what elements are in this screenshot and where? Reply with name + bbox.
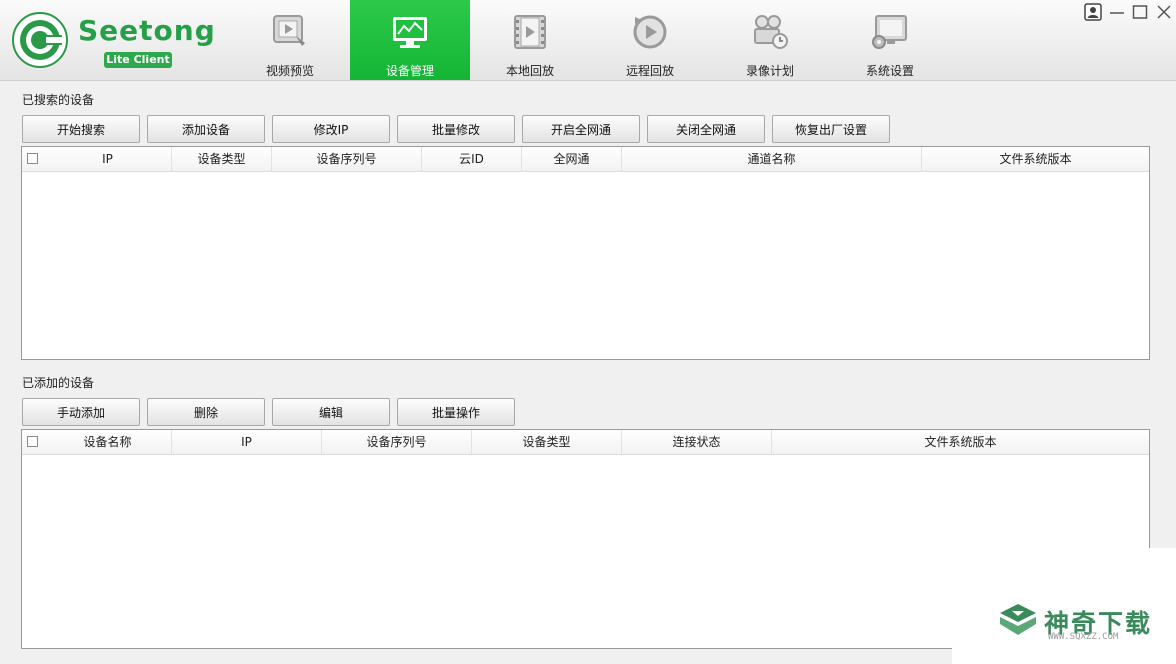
column-header[interactable]: 云ID	[422, 147, 522, 171]
tab-remote-playback[interactable]: 远程回放	[590, 0, 710, 80]
manual-add-button[interactable]: 手动添加	[22, 398, 140, 426]
tab-label: 本地回放	[505, 64, 554, 78]
added-devices-title: 已添加的设备	[22, 376, 95, 390]
add-device-button[interactable]: 添加设备	[147, 115, 265, 143]
edit-button[interactable]: 编辑	[272, 398, 390, 426]
column-header[interactable]: 文件系统版本	[922, 147, 1149, 171]
watermark-logo-icon	[1000, 604, 1036, 635]
column-header[interactable]: 设备类型	[172, 147, 272, 171]
logo-badge: Lite Client	[104, 52, 172, 68]
watermark: 神奇下载 WWW.SQXZZ.COM	[952, 548, 1176, 664]
column-header[interactable]: 连接状态	[622, 430, 772, 454]
disable-all-network-button[interactable]: 关闭全网通	[647, 115, 765, 143]
tab-label: 视频预览	[265, 64, 314, 78]
watermark-url: WWW.SQXZZ.COM	[1048, 632, 1119, 642]
column-header[interactable]: IP	[172, 430, 322, 454]
minimize-icon[interactable]	[1108, 3, 1126, 21]
column-header[interactable]: 通道名称	[622, 147, 922, 171]
column-header[interactable]: IP	[44, 147, 172, 171]
tab-label: 系统设置	[865, 64, 914, 78]
searched-devices-table: IP 设备类型 设备序列号 云ID 全网通 通道名称 文件系统版本	[21, 146, 1150, 360]
video-preview-icon	[273, 15, 305, 46]
select-all-checkbox[interactable]	[27, 436, 38, 447]
table-header: 设备名称 IP 设备序列号 设备类型 连接状态 文件系统版本	[22, 430, 1149, 455]
tab-label: 设备管理	[385, 64, 434, 78]
tab-label: 远程回放	[625, 64, 674, 78]
tab-record-schedule[interactable]: 录像计划	[710, 0, 830, 80]
modify-ip-button[interactable]: 修改IP	[272, 115, 390, 143]
close-icon[interactable]	[1155, 3, 1173, 21]
film-icon	[514, 15, 546, 49]
factory-reset-button[interactable]: 恢复出厂设置	[772, 115, 890, 143]
monitor-gear-icon	[872, 15, 907, 49]
app-logo: Seetong Lite Client	[12, 10, 215, 72]
column-header[interactable]: 设备序列号	[322, 430, 472, 454]
batch-modify-button[interactable]: 批量修改	[397, 115, 515, 143]
logo-wordmark: Seetong	[78, 14, 216, 47]
table-body[interactable]	[22, 172, 1149, 360]
column-header[interactable]: 全网通	[522, 147, 622, 171]
column-header[interactable]: 文件系统版本	[772, 430, 1149, 454]
select-all-checkbox[interactable]	[27, 153, 38, 164]
column-header[interactable]: 设备序列号	[272, 147, 422, 171]
tab-local-playback[interactable]: 本地回放	[470, 0, 590, 80]
top-header: Seetong Lite Client 视频预览 设备管理 本地回放 远程回放 …	[0, 0, 1176, 81]
maximize-icon[interactable]	[1131, 3, 1149, 21]
tab-system-settings[interactable]: 系统设置	[830, 0, 950, 80]
delete-button[interactable]: 删除	[147, 398, 265, 426]
start-search-button[interactable]: 开始搜索	[22, 115, 140, 143]
tab-label: 录像计划	[745, 64, 794, 78]
logo-c-icon	[12, 12, 68, 68]
table-header: IP 设备类型 设备序列号 云ID 全网通 通道名称 文件系统版本	[22, 147, 1149, 172]
user-icon[interactable]	[1084, 3, 1102, 21]
replay-icon	[633, 15, 667, 49]
camera-schedule-icon	[754, 15, 788, 49]
device-manage-icon	[393, 17, 427, 48]
batch-operation-button[interactable]: 批量操作	[397, 398, 515, 426]
tab-device-manage[interactable]: 设备管理	[350, 0, 470, 80]
column-header[interactable]: 设备类型	[472, 430, 622, 454]
enable-all-network-button[interactable]: 开启全网通	[522, 115, 640, 143]
column-header[interactable]: 设备名称	[44, 430, 172, 454]
tab-video-preview[interactable]: 视频预览	[230, 0, 350, 80]
searched-devices-title: 已搜索的设备	[22, 93, 95, 107]
